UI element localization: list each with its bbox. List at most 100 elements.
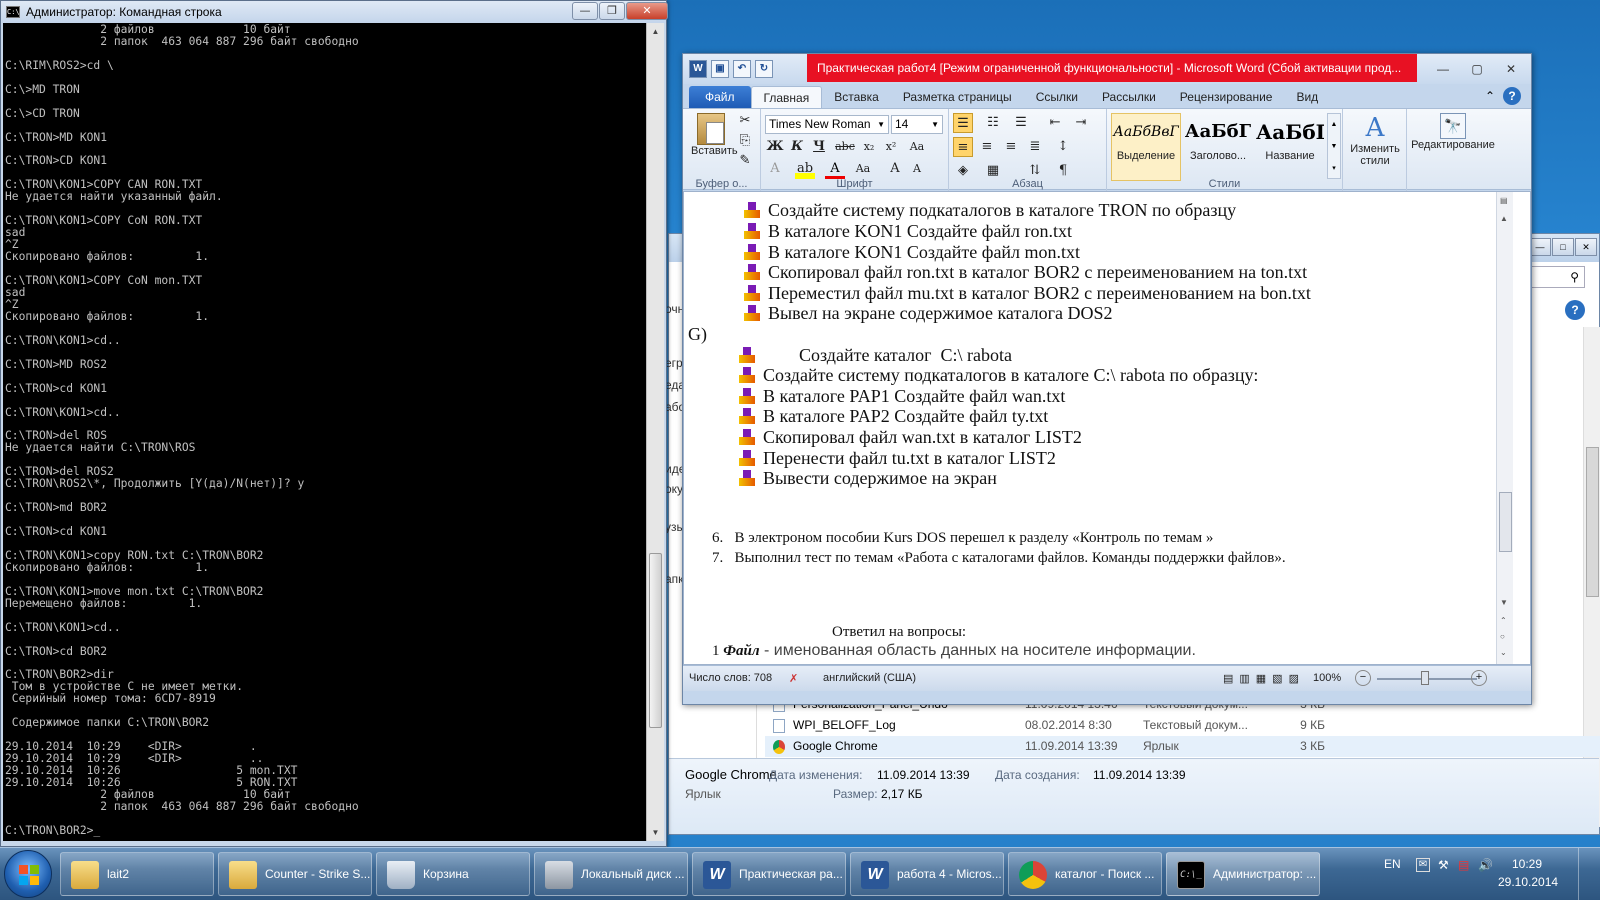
style-heading[interactable]: АаБбГ Заголово... [1183,113,1253,181]
word-logo-icon[interactable]: W [689,60,707,78]
tab-insert[interactable]: Вставка [822,86,891,108]
file-row[interactable]: WPI_BELOFF_Log 08.02.2014 8:30 Текстовый… [765,715,1600,736]
style-title[interactable]: АаБбГ Название [1255,113,1325,181]
taskbar-item[interactable]: Counter - Strike S... [218,852,372,896]
clock-date[interactable]: 29.10.2014 [1498,875,1558,889]
style-emphasis[interactable]: АаБбВвГ Выделение [1111,113,1181,181]
font-name-select[interactable]: Times New Roman ▼ [765,115,889,134]
increase-indent-button[interactable]: ⇥ [1071,113,1091,133]
network-icon[interactable]: ▤ [1458,858,1469,872]
copy-icon[interactable]: ⎘ [735,131,755,151]
minimize-button[interactable]: — [572,2,598,20]
cmd-titlebar[interactable]: C:\ Администратор: Командная строка — ❐ … [1,1,668,23]
language-indicator[interactable]: английский (США) [823,672,916,684]
maximize-button[interactable]: □ [1552,238,1574,256]
font-color-icon[interactable]: A [825,159,845,179]
multilevel-list-button[interactable]: ☰ [1011,113,1031,133]
browse-object-icon[interactable]: ○ [1500,632,1505,641]
word-count[interactable]: Число слов: 708 [689,672,772,684]
undo-icon[interactable]: ↶ [733,60,751,78]
cut-icon[interactable]: ✂ [735,111,755,131]
strikethrough-button[interactable]: abc [835,137,855,157]
nav-item[interactable]: оку [665,482,683,496]
help-icon[interactable]: ? [1565,300,1585,320]
document-area[interactable]: Создайте систему подкаталогов в каталоге… [683,191,1531,665]
next-page-icon[interactable]: ⌄ [1500,648,1507,657]
font-size-select[interactable]: 14 ▼ [891,115,943,134]
zoom-in-icon[interactable]: + [1471,670,1487,686]
tab-references[interactable]: Ссылки [1024,86,1090,108]
tab-view[interactable]: Вид [1284,86,1330,108]
search-input[interactable]: ⚲ [1523,266,1585,288]
bold-button[interactable]: Ж [765,137,785,157]
maximize-button[interactable]: ▢ [1465,60,1489,78]
cmd-window[interactable]: C:\ Администратор: Командная строка — ❐ … [0,0,668,847]
previous-page-icon[interactable]: ⌃ [1500,616,1507,625]
change-styles-button[interactable]: A Изменить стили [1345,113,1405,167]
subscript-button[interactable]: x₂ [859,137,879,157]
tab-review[interactable]: Рецензирование [1168,86,1285,108]
volume-icon[interactable]: 🔊 [1478,858,1493,872]
close-button[interactable]: ✕ [1499,60,1523,78]
zoom-out-icon[interactable]: − [1355,670,1371,686]
decrease-indent-button[interactable]: ⇤ [1045,113,1065,133]
taskbar-item[interactable]: Локальный диск ... [534,852,688,896]
tab-page-layout[interactable]: Разметка страницы [891,86,1024,108]
align-right-button[interactable]: ≡ [1001,137,1021,157]
save-icon[interactable]: ▣ [711,60,729,78]
scroll-down-icon[interactable]: ▼ [1500,598,1508,607]
minimize-button[interactable]: — [1431,60,1455,78]
superscript-button[interactable]: x² [881,137,901,157]
view-buttons[interactable]: ▤▥▦▧▨ [1223,672,1305,685]
line-spacing-button[interactable]: ↕ [1053,137,1073,157]
minimize-button[interactable]: — [1529,238,1551,256]
styles-scroll[interactable]: ▲ ▼ ▾ [1327,113,1341,179]
italic-button[interactable]: К [787,137,807,157]
action-center-icon[interactable]: ✉ [1416,858,1430,872]
change-case-icon[interactable]: Aa [907,137,927,157]
word-window[interactable]: W ▣ ↶ ↻ Практическая работ4 [Режим огран… [682,53,1532,705]
language-indicator[interactable]: EN [1384,857,1401,871]
proofing-icon[interactable]: ✗ [789,672,798,685]
clock-time[interactable]: 10:29 [1512,857,1542,871]
tab-file[interactable]: Файл [689,86,751,108]
text-effects-icon[interactable]: A [765,159,785,179]
scroll-thumb[interactable] [1499,492,1512,552]
show-desktop-button[interactable] [1578,848,1592,900]
file-row-selected[interactable]: Google Chrome 11.09.2014 13:39 Ярлык 3 К… [765,736,1600,757]
bullets-button[interactable]: ☰ [953,113,973,133]
taskbar-item[interactable]: C:\_ Администратор: ... [1166,852,1320,896]
justify-button[interactable]: ≣ [1025,137,1045,157]
scroll-up-icon[interactable]: ▲ [1500,214,1508,223]
tab-home[interactable]: Главная [750,86,823,108]
start-button[interactable] [4,850,52,898]
help-icon[interactable]: ? [1503,87,1521,105]
taskbar-item[interactable]: каталог - Поиск ... [1008,852,1162,896]
console-output[interactable]: 2 файлов 10 байт 2 папок 463 064 887 296… [3,23,646,841]
font-size-case-icon[interactable]: Aa [853,159,873,179]
document-page[interactable]: Создайте систему подкаталогов в каталоге… [684,192,1496,664]
document-scrollbar[interactable]: ▤ ▲ ▼ ⌃ ○ ⌄ [1496,192,1513,664]
numbering-button[interactable]: ☷ [983,113,1003,133]
ruler-toggle-icon[interactable]: ▤ [1500,196,1508,205]
show-hidden-icons[interactable]: ⚒ [1438,858,1449,872]
scroll-down-icon[interactable]: ▼ [647,824,664,841]
ribbon-collapse-icon[interactable]: ⌃ [1485,89,1495,103]
redo-icon[interactable]: ↻ [755,60,773,78]
highlight-icon[interactable]: ab [795,159,815,179]
format-painter-icon[interactable]: ✎ [735,151,755,171]
word-titlebar[interactable]: W ▣ ↶ ↻ Практическая работ4 [Режим огран… [683,54,1531,84]
zoom-level[interactable]: 100% [1313,672,1341,684]
close-button[interactable]: ✕ [1575,238,1597,256]
underline-button[interactable]: Ч [809,137,829,157]
zoom-slider-thumb[interactable] [1421,671,1429,685]
nav-item[interactable]: егр [665,356,683,370]
scroll-thumb[interactable] [649,553,662,728]
taskbar-item[interactable]: lait2 [60,852,214,896]
taskbar-item[interactable]: Корзина [376,852,530,896]
align-left-button[interactable]: ≡ [953,137,973,157]
align-center-button[interactable]: ≡ [977,137,997,157]
taskbar-item[interactable]: Wработа 4 - Micros... [850,852,1004,896]
scroll-up-icon[interactable]: ▲ [647,23,664,40]
maximize-button[interactable]: ❐ [599,2,625,20]
